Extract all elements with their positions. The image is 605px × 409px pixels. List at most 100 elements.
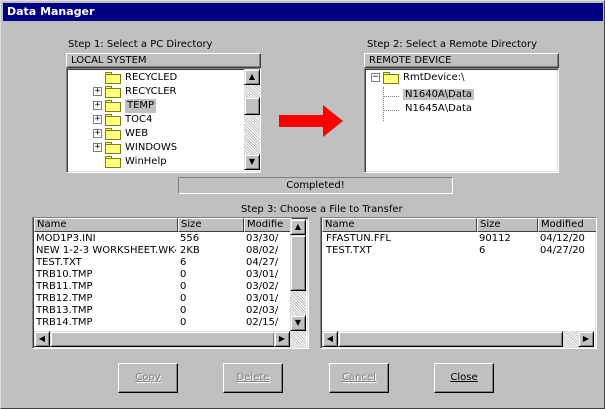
scroll-down-icon[interactable]: ▼ (244, 154, 260, 170)
file-modified-cell[interactable]: 02/03/ (246, 305, 290, 317)
scroll-thumb[interactable] (244, 97, 260, 115)
local-tree-label: WinHelp (125, 156, 167, 167)
local-file-list[interactable]: Name Size Modifie MOD1P3.INI 556 03/30/NEW… (32, 217, 309, 349)
file-size-cell[interactable]: 0 (180, 305, 242, 317)
file-size-cell[interactable]: 0 (180, 293, 242, 305)
file-size-cell[interactable]: 6 (479, 245, 537, 257)
local-files-hscrollbar[interactable]: ◀ ▶ (34, 331, 306, 347)
remote-device-header: REMOTE DEVICE (364, 53, 559, 68)
remote-item-label: N1640A\Data (403, 89, 475, 100)
expand-icon[interactable]: + (93, 129, 102, 138)
delete-button[interactable]: Delete (223, 363, 283, 393)
remote-file-list[interactable]: Name Size Modified FFASTUN.FFL 90112 04/12… (320, 217, 597, 349)
file-modified-cell[interactable]: 03/30/ (246, 233, 290, 245)
file-name-cell[interactable]: TRB11.TMP (36, 281, 176, 293)
file-modified-cell[interactable]: 04/27/ (246, 257, 290, 269)
scroll-down-icon[interactable]: ▼ (290, 315, 306, 331)
file-modified-cell[interactable]: 04/12/20 (540, 233, 596, 245)
local-tree-label: WEB (125, 128, 149, 139)
scroll-up-icon[interactable]: ▲ (290, 219, 306, 235)
column-header-size[interactable]: Size (178, 218, 244, 232)
scroll-left-icon[interactable]: ◀ (322, 331, 338, 347)
data-manager-window: Data Manager Step 1: Select a PC Directo… (0, 0, 605, 409)
file-modified-cell[interactable]: 08/02/ (246, 245, 290, 257)
folder-icon (105, 100, 121, 112)
file-name-cell[interactable]: TEST.TXT (326, 245, 476, 257)
scroll-right-icon[interactable]: ▶ (274, 331, 290, 347)
scroll-right-icon[interactable]: ▶ (578, 331, 594, 347)
remote-files-hscrollbar[interactable]: ◀ ▶ (322, 331, 594, 347)
expand-icon[interactable]: + (93, 115, 102, 124)
file-size-cell[interactable]: 2KB (180, 245, 242, 257)
column-header-modified[interactable]: Modifie (244, 218, 292, 232)
step2-label: Step 2: Select a Remote Directory (367, 39, 538, 50)
local-directory-tree[interactable]: WinHelp + WINDOWS + WEB + TOC4 + TEMP + RECYCLER RE… (66, 68, 261, 173)
copy-button[interactable]: Copy (118, 363, 178, 393)
file-modified-cell[interactable]: 03/01/ (246, 293, 290, 305)
column-header-name[interactable]: Name (322, 218, 477, 232)
expand-icon[interactable]: + (93, 143, 102, 152)
remote-tree-root[interactable]: − RmtDevice:\ (371, 71, 551, 85)
folder-icon (105, 114, 121, 126)
file-modified-cell[interactable]: 02/15/ (246, 317, 290, 329)
expand-icon[interactable]: + (93, 101, 102, 110)
expand-icon[interactable]: + (93, 87, 102, 96)
remote-tree-item-n1640a[interactable]: N1640A\Data (403, 88, 475, 102)
remote-tree-item-n1645a[interactable]: N1645A\Data (405, 102, 472, 116)
scroll-thumb[interactable] (290, 235, 306, 291)
column-header-modified[interactable]: Modified (538, 218, 596, 232)
local-files-vscrollbar[interactable]: ▲ ▼ (290, 219, 306, 331)
file-name-cell[interactable]: FFASTUN.FFL (326, 233, 476, 245)
file-size-cell[interactable]: 90112 (479, 233, 537, 245)
column-header-name[interactable]: Name (34, 218, 178, 232)
file-name-cell[interactable]: TEST.TXT (36, 257, 176, 269)
collapse-icon[interactable]: − (371, 73, 380, 82)
file-size-cell[interactable]: 6 (180, 257, 242, 269)
folder-icon (105, 156, 121, 168)
folder-icon (383, 72, 399, 84)
remote-directory-tree[interactable]: − RmtDevice:\ N1640A\Data N1645A\Data (364, 68, 559, 173)
local-tree-label: RECYCLED (125, 72, 178, 83)
scroll-left-icon[interactable]: ◀ (34, 331, 50, 347)
local-tree-label: WINDOWS (125, 142, 178, 153)
file-modified-cell[interactable]: 03/02/ (246, 281, 290, 293)
close-button[interactable]: Close (434, 363, 494, 393)
step3-label: Step 3: Choose a File to Transfer (241, 204, 403, 215)
local-tree-label: TOC4 (125, 114, 153, 125)
column-header-size[interactable]: Size (477, 218, 538, 232)
hscroll-thumb[interactable] (338, 331, 563, 347)
file-size-cell[interactable]: 0 (180, 317, 242, 329)
copy-button-label: Copy (135, 372, 161, 383)
local-tree-label: RECYCLER (125, 86, 177, 97)
folder-icon (105, 86, 121, 98)
file-modified-cell[interactable]: 03/01/ (246, 269, 290, 281)
file-name-cell[interactable]: NEW 1-2-3 WORKSHEET.WK4 (36, 245, 176, 257)
arrow-right-icon (279, 105, 343, 137)
step1-label: Step 1: Select a PC Directory (68, 39, 213, 50)
file-name-cell[interactable]: TRB12.TMP (36, 293, 176, 305)
file-name-cell[interactable]: MOD1P3.INI (36, 233, 176, 245)
remote-root-label: RmtDevice:\ (403, 72, 465, 83)
delete-button-label: Delete (236, 372, 270, 383)
status-bar: Completed! (178, 177, 453, 194)
file-modified-cell[interactable]: 04/27/20 (540, 245, 596, 257)
title-bar: Data Manager (3, 3, 603, 21)
folder-icon (105, 128, 121, 140)
remote-item-label: N1645A\Data (405, 103, 473, 114)
local-system-header: LOCAL SYSTEM (66, 53, 261, 68)
folder-icon (105, 72, 121, 84)
local-tree-vscrollbar[interactable]: ▲ ▼ (244, 69, 260, 170)
file-size-cell[interactable]: 0 (180, 281, 242, 293)
file-size-cell[interactable]: 0 (180, 269, 242, 281)
folder-icon (105, 142, 121, 154)
file-name-cell[interactable]: TRB14.TMP (36, 317, 176, 329)
close-button-label: Close (450, 372, 478, 383)
scroll-up-icon[interactable]: ▲ (244, 69, 260, 85)
file-name-cell[interactable]: TRB13.TMP (36, 305, 176, 317)
file-size-cell[interactable]: 556 (180, 233, 242, 245)
cancel-button[interactable]: Cancel (329, 363, 389, 393)
file-name-cell[interactable]: TRB10.TMP (36, 269, 176, 281)
cancel-button-label: Cancel (342, 372, 376, 383)
local-tree-label: TEMP (125, 99, 157, 113)
hscroll-thumb[interactable] (50, 331, 275, 347)
